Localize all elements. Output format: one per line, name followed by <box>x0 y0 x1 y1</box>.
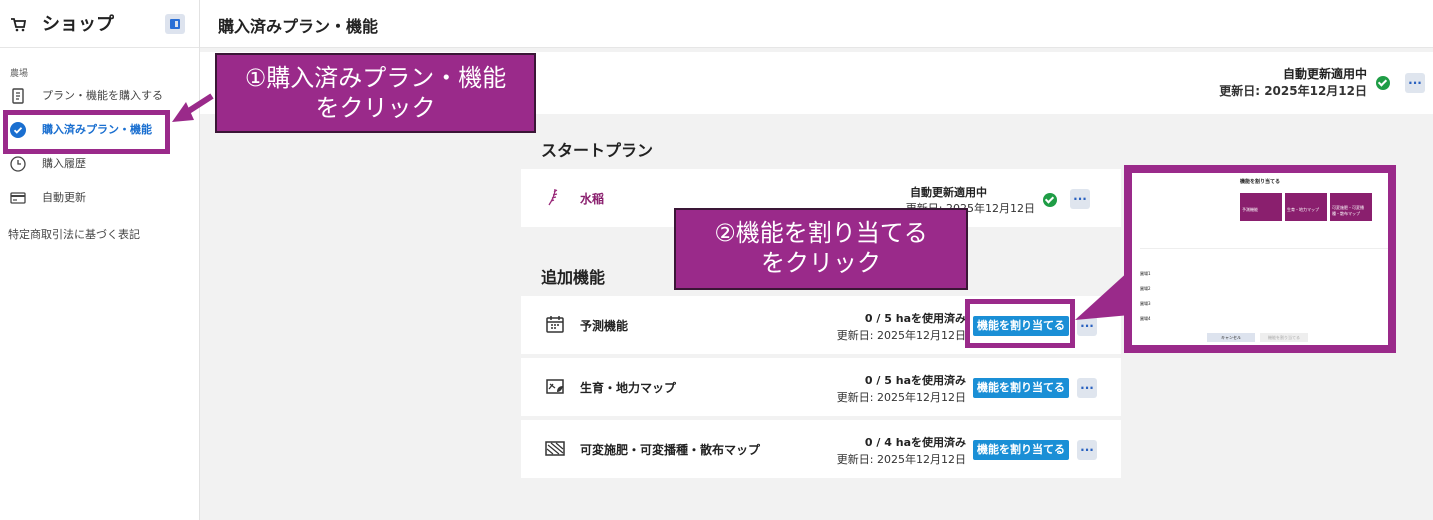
usage: 0 / 4 haを使用済み <box>864 436 966 449</box>
addon-name: 予測機能 <box>580 319 629 333</box>
dialog-column: 予測機能 <box>1240 193 1282 221</box>
clock-icon <box>10 156 26 172</box>
receipt-icon <box>12 88 24 104</box>
updated-date: 更新日: 2025年12月12日 <box>836 329 966 342</box>
addon-card-growth-map: 生育・地力マップ 0 / 5 haを使用済み 更新日: 2025年12月12日 … <box>521 358 1121 416</box>
dialog-preview: 機能を割り当てる 予測機能 生育・地力マップ 可変施肥・可変播種・散布マップ 圃… <box>1124 165 1396 353</box>
dialog-row: 圃場1 <box>1140 271 1151 276</box>
addons-heading: 追加機能 <box>541 268 606 287</box>
sidebar-header: ショップ <box>0 0 199 48</box>
auto-renew-label: 自動更新適用中 <box>910 186 987 199</box>
map-leaf-icon <box>546 379 564 394</box>
highlight-outline-sidebar <box>3 110 170 154</box>
annotation-text: をクリック <box>315 94 436 122</box>
check-icon <box>1376 76 1390 90</box>
dialog-column: 生育・地力マップ <box>1285 193 1327 221</box>
plan-status: 自動更新適用中 更新日: 2025年12月12日 <box>1219 66 1367 100</box>
sidebar-item-auto-renew[interactable]: 自動更新 <box>0 183 200 213</box>
highlight-outline-button <box>965 299 1075 348</box>
check-icon <box>1043 193 1057 207</box>
page-title: 購入済みプラン・機能 <box>218 17 379 36</box>
sidebar-section-label: 農場 <box>10 69 29 79</box>
dialog-row: 圃場3 <box>1140 301 1151 306</box>
annotation-step1: ①購入済みプラン・機能 をクリック <box>215 53 536 133</box>
start-plan-heading: スタートプラン <box>541 141 654 160</box>
sidebar-item-label: 自動更新 <box>42 191 86 204</box>
dialog-row: 圃場2 <box>1140 286 1151 291</box>
addon-card-variable-map: 可変施肥・可変播種・散布マップ 0 / 4 haを使用済み 更新日: 2025年… <box>521 420 1121 478</box>
card-icon <box>10 192 26 204</box>
dialog-preview-body: 機能を割り当てる 予測機能 生育・地力マップ 可変施肥・可変播種・散布マップ 圃… <box>1132 173 1388 345</box>
updated-date: 更新日: 2025年12月12日 <box>1219 84 1367 98</box>
sidebar-item-label: プラン・機能を購入する <box>42 89 163 102</box>
updated-date: 更新日: 2025年12月12日 <box>836 453 966 466</box>
auto-renew-label: 自動更新適用中 <box>1282 67 1367 81</box>
more-button[interactable]: ... <box>1070 189 1090 209</box>
addon-name: 可変施肥・可変播種・散布マップ <box>580 443 761 457</box>
sidebar-title: ショップ <box>42 14 114 35</box>
rice-icon <box>548 188 558 206</box>
usage: 0 / 5 haを使用済み <box>864 312 966 325</box>
panel-icon <box>170 19 180 29</box>
more-button[interactable]: ... <box>1077 378 1097 398</box>
cart-icon <box>11 18 26 32</box>
plan-name: 水稲 <box>580 192 605 206</box>
dialog-cancel-button: キャンセル <box>1207 333 1255 342</box>
annotation-text: ①購入済みプラン・機能 <box>244 64 507 92</box>
dialog-confirm-button: 機能を割り当てる <box>1260 333 1308 342</box>
dialog-row: 圃場4 <box>1140 316 1151 321</box>
legal-notice-link[interactable]: 特定商取引法に基づく表記 <box>8 226 140 242</box>
annotation-text: ②機能を割り当てる <box>714 219 928 247</box>
sidebar: ショップ 農場 プラン・機能を購入する 購入済みプラン・機能 購入履歴 自動更新… <box>0 0 200 520</box>
callout-pointer <box>1075 270 1130 320</box>
dialog-column: 可変施肥・可変播種・散布マップ <box>1330 193 1372 221</box>
usage: 0 / 5 haを使用済み <box>864 374 966 387</box>
calendar-icon <box>546 316 564 333</box>
annotation-text: をクリック <box>761 249 881 277</box>
sidebar-collapse-button[interactable] <box>165 14 185 34</box>
assign-feature-button[interactable]: 機能を割り当てる <box>973 440 1069 460</box>
more-button[interactable]: ... <box>1077 440 1097 460</box>
addon-name: 生育・地力マップ <box>580 381 677 395</box>
updated-date: 更新日: 2025年12月12日 <box>836 391 966 404</box>
arrow-icon <box>172 93 214 122</box>
more-button[interactable]: ... <box>1405 73 1425 93</box>
assign-feature-button[interactable]: 機能を割り当てる <box>973 378 1069 398</box>
top-bar: 購入済みプラン・機能 <box>200 0 1433 48</box>
dialog-title: 機能を割り当てる <box>1239 179 1280 185</box>
annotation-step2: ②機能を割り当てる をクリック <box>674 208 968 290</box>
striped-map-icon <box>545 441 565 456</box>
